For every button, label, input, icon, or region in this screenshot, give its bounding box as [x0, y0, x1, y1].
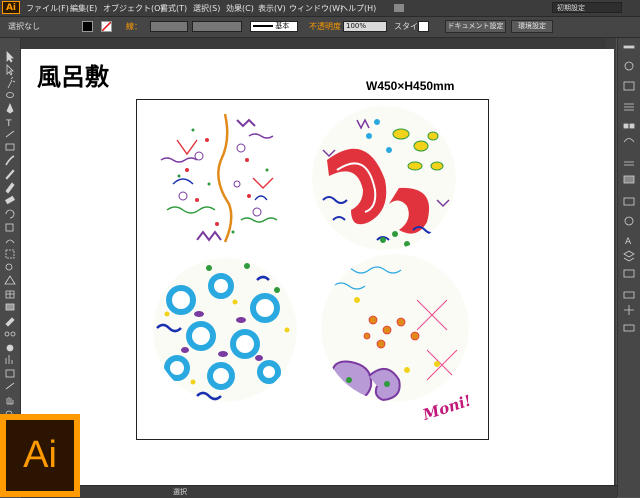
align-panel-icon: [623, 291, 635, 299]
bridge-icon[interactable]: [394, 4, 404, 12]
brush-label: 基本: [275, 22, 290, 30]
illustrator-logo: Ai: [0, 414, 80, 497]
document-title: 風呂敷: [37, 62, 109, 91]
direct-selection-tool-icon: [6, 64, 14, 76]
status-mode: 選択: [173, 488, 187, 496]
none-stroke-icon: [101, 21, 112, 32]
lasso-tool-icon: [6, 92, 14, 98]
width-tool-icon: [5, 239, 15, 244]
panel-dock: A: [617, 38, 640, 497]
menu-object[interactable]: オブジェクト(O): [103, 3, 164, 14]
pen-tool-icon: [6, 102, 14, 114]
motif-circle-top-right: [312, 106, 456, 250]
control-bar: 選択なし 線： 基本 不透明度 100% スタイル： ドキュメント設定 環境設定: [0, 17, 640, 38]
symbol-sprayer-tool-icon: [6, 344, 14, 352]
paintbrush-tool-icon: [5, 155, 15, 166]
transparency-panel-icon: [623, 197, 635, 206]
rotate-tool-icon: [5, 209, 15, 219]
type-tool-icon: T: [5, 119, 12, 129]
swatches-panel-icon: [624, 103, 634, 111]
preferences-button[interactable]: 環境設定: [511, 20, 553, 33]
slice-tool-icon: [5, 382, 15, 390]
blob-brush-tool-icon: [5, 182, 15, 194]
shape-builder-tool-icon: [5, 263, 13, 271]
motif-circle-bottom-right: [321, 254, 469, 402]
menu-help[interactable]: ヘルプ(H): [340, 3, 376, 14]
transform-panel-icon: [624, 305, 634, 315]
rectangle-tool-icon: [5, 143, 15, 151]
color-panel-icon: [624, 61, 634, 71]
menu-select[interactable]: 選択(S): [193, 3, 220, 14]
stroke-label[interactable]: 線：: [126, 21, 142, 32]
stroke-swatch[interactable]: [101, 21, 112, 32]
menu-bar: Ai ファイル(F) 編集(E) オブジェクト(O) 書式(T) 選択(S) 効…: [0, 0, 640, 17]
panel-icons: A: [623, 45, 635, 332]
motif-circle-top-left: [160, 113, 278, 243]
selection-tool-icon: [6, 51, 14, 63]
blend-tool-icon: [4, 331, 10, 337]
menu-view[interactable]: 表示(V): [258, 3, 286, 14]
line-tool-icon: [5, 130, 15, 138]
document-setup-button[interactable]: ドキュメント設定: [445, 20, 506, 33]
artboards-panel-icon: [623, 269, 635, 278]
mesh-tool-icon: [5, 290, 15, 299]
gradient-panel-icon: [623, 175, 635, 184]
artboard[interactable]: Moni!: [136, 99, 489, 440]
opacity-label[interactable]: 不透明度: [309, 21, 341, 32]
brushes-panel-icon: [623, 123, 629, 129]
scale-tool-icon: [5, 223, 14, 232]
stroke-weight-field[interactable]: [150, 21, 188, 32]
variable-width-field[interactable]: [192, 21, 242, 32]
selection-status: 選択なし: [8, 22, 40, 31]
perspective-tool-icon: [4, 275, 16, 285]
layers-panel-icon: [623, 250, 635, 262]
artboard-tool-icon: [5, 369, 15, 378]
color-guide-panel-icon: [623, 81, 635, 91]
brush-definition-field[interactable]: 基本: [250, 21, 298, 32]
furoshiki-artwork: Moni!: [153, 106, 474, 424]
gradient-tool-icon: [5, 303, 15, 311]
hand-tool-icon: [6, 397, 14, 405]
fill-swatch[interactable]: [82, 21, 93, 32]
column-graph-tool-icon: [5, 355, 13, 364]
tool-icons: T: [4, 51, 16, 420]
menu-window[interactable]: ウィンドウ(W): [289, 3, 343, 14]
menu-type[interactable]: 書式(T): [160, 3, 187, 14]
illustrator-logo-text: Ai: [6, 420, 74, 491]
pathfinder-panel-icon: [623, 324, 635, 332]
document-tab-bar: [21, 38, 606, 49]
dimensions-label: W450×H450mm: [366, 79, 455, 93]
eraser-tool-icon: [4, 195, 16, 205]
app-logo-icon: Ai: [2, 1, 20, 14]
stroke-line-icon: [253, 25, 273, 27]
symbols-panel-icon: [623, 138, 635, 143]
menu-effect[interactable]: 効果(C): [226, 3, 254, 14]
signature-text: Moni!: [420, 391, 474, 424]
eyedropper-tool-icon: [5, 317, 15, 327]
opacity-field[interactable]: 100%: [343, 21, 387, 32]
character-panel-icon: A: [625, 237, 632, 247]
stroke-panel-icon: [624, 161, 634, 166]
appearance-panel-icon: [624, 216, 634, 226]
menu-file[interactable]: ファイル(F): [26, 3, 69, 14]
magic-wand-tool-icon: [7, 76, 16, 89]
graphic-style-swatch[interactable]: [418, 21, 429, 32]
motif-circle-bottom-left: [153, 258, 297, 402]
free-transform-tool-icon: [5, 249, 15, 259]
status-bar: 選択: [21, 485, 617, 498]
menu-edit[interactable]: 編集(E): [70, 3, 97, 14]
canvas[interactable]: 風呂敷 W450×H450mm Moni!: [21, 49, 614, 485]
collapse-icon: [623, 45, 635, 49]
pencil-tool-icon: [5, 169, 15, 180]
workspace-switcher[interactable]: 初期設定: [552, 2, 622, 13]
